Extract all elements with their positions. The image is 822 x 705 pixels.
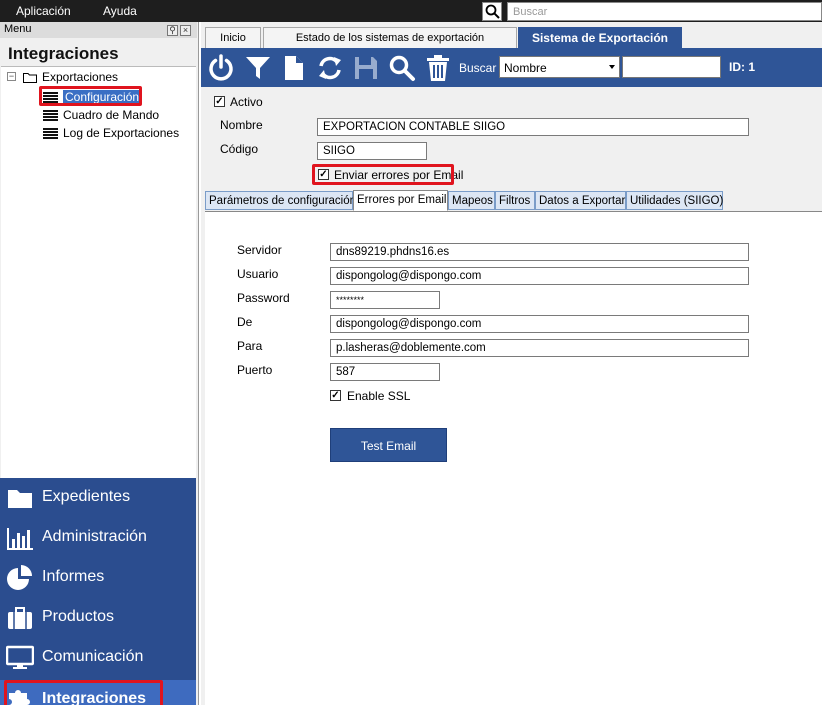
test-email-button[interactable]: Test Email <box>330 428 447 462</box>
nav-item-productos[interactable]: Productos <box>0 598 196 638</box>
highlight-box <box>312 164 454 185</box>
briefcase-icon <box>8 607 32 629</box>
activo-label: Activo <box>230 95 263 109</box>
menu-ayuda[interactable]: Ayuda <box>103 4 137 18</box>
search-field-value: Nombre <box>504 61 547 75</box>
folder-icon <box>23 73 37 84</box>
search-icon[interactable] <box>388 54 416 82</box>
nav-label: Administración <box>42 528 147 545</box>
buscar-label: Buscar <box>459 61 497 75</box>
tab-bar: Inicio Estado de los sistemas de exporta… <box>201 22 822 48</box>
subtab-errores-email[interactable]: Errores por Email <box>353 190 448 211</box>
chevron-down-icon <box>609 65 615 69</box>
usuario-input[interactable]: dispongolog@dispongo.com <box>330 267 749 285</box>
enable-ssl-checkbox[interactable]: ✓ <box>330 390 341 401</box>
tree-item-cuadro-de-mando[interactable]: Cuadro de Mando <box>43 108 159 122</box>
para-label: Para <box>237 339 263 353</box>
nombre-label: Nombre <box>220 118 263 132</box>
servidor-input[interactable]: dns89219.phdns16.es <box>330 243 749 261</box>
nav-label: Expedientes <box>42 488 131 505</box>
nav-item-comunicacion[interactable]: Comunicación <box>0 638 196 678</box>
filter-icon[interactable] <box>244 54 272 82</box>
list-icon <box>43 110 58 122</box>
codigo-label: Código <box>220 142 259 156</box>
save-icon[interactable] <box>352 54 380 82</box>
nav-label: Productos <box>42 608 115 625</box>
menu-caption-label: Menu <box>4 23 32 35</box>
para-input[interactable]: p.lasheras@doblemente.com <box>330 339 749 357</box>
tree-item-label: Log de Exportaciones <box>63 126 180 140</box>
activo-checkbox[interactable]: ✓ <box>214 96 225 107</box>
monitor-icon <box>6 645 34 669</box>
main-content: ✓ Activo Nombre EXPORTACION CONTABLE SII… <box>201 87 822 705</box>
collapse-icon[interactable]: − <box>7 72 16 81</box>
usuario-label: Usuario <box>237 267 279 281</box>
subtab-bar: Parámetros de configuración Errores por … <box>205 190 822 211</box>
tab-inicio[interactable]: Inicio <box>205 27 261 48</box>
menu-caption: Menu ⚲ × <box>0 22 197 38</box>
password-input[interactable]: ******** <box>330 291 440 309</box>
nav-item-expedientes[interactable]: Expedientes <box>0 478 196 518</box>
global-search-input[interactable]: Buscar <box>507 2 822 21</box>
nombre-input[interactable]: EXPORTACION CONTABLE SIIGO <box>317 118 749 136</box>
close-icon[interactable]: × <box>180 25 191 36</box>
search-value-input[interactable] <box>622 56 721 78</box>
nav-label: Comunicación <box>42 648 144 665</box>
de-label: De <box>237 315 253 329</box>
servidor-label: Servidor <box>237 243 282 257</box>
record-id: ID: 1 <box>729 60 756 74</box>
module-nav: Expedientes Administración Informes Prod… <box>0 478 196 705</box>
search-button[interactable] <box>482 2 502 21</box>
tree-item-exportaciones[interactable]: Exportaciones <box>23 70 118 84</box>
tree-view: − Exportaciones Configuración Cuadro de … <box>1 66 196 478</box>
tab-estado-sistemas[interactable]: Estado de los sistemas de exportación <box>263 27 517 48</box>
search-icon <box>485 4 500 19</box>
tab-sistema-exportacion[interactable]: Sistema de Exportación <box>518 27 682 48</box>
puerto-input[interactable]: 587 <box>330 363 440 381</box>
email-settings-panel: Servidor dns89219.phdns16.es Usuario dis… <box>205 211 822 705</box>
list-icon <box>43 128 58 140</box>
tree-item-label: Cuadro de Mando <box>63 108 160 122</box>
subtab-datos-exportar[interactable]: Datos a Exportar <box>535 191 626 210</box>
subtab-mapeos[interactable]: Mapeos <box>448 191 495 210</box>
pie-chart-icon <box>7 565 32 590</box>
highlight-box <box>4 680 163 705</box>
bar-chart-icon <box>7 528 33 550</box>
tree-item-log-de-exportaciones[interactable]: Log de Exportaciones <box>43 126 179 140</box>
nav-item-administracion[interactable]: Administración <box>0 518 196 558</box>
de-input[interactable]: dispongolog@dispongo.com <box>330 315 749 333</box>
puerto-label: Puerto <box>237 363 273 377</box>
enable-ssl-label: Enable SSL <box>347 389 411 403</box>
search-field-select[interactable]: Nombre <box>499 56 620 78</box>
password-label: Password <box>237 291 290 305</box>
new-document-icon[interactable] <box>280 54 308 82</box>
trash-icon[interactable] <box>424 54 452 82</box>
codigo-input[interactable]: SIIGO <box>317 142 427 160</box>
nav-label: Informes <box>42 568 105 585</box>
pin-icon[interactable]: ⚲ <box>167 25 178 36</box>
menu-aplicacion[interactable]: Aplicación <box>16 4 71 18</box>
tree-item-label: Exportaciones <box>42 70 119 84</box>
subtab-filtros[interactable]: Filtros <box>495 191 535 210</box>
subtab-parametros[interactable]: Parámetros de configuración <box>205 191 356 210</box>
panel-title: Integraciones <box>8 44 119 63</box>
subtab-utilidades[interactable]: Utilidades (SIIGO) <box>626 191 723 210</box>
refresh-icon[interactable] <box>316 54 344 82</box>
toolbar: Buscar Nombre ID: 1 <box>201 48 822 87</box>
folder-icon <box>8 490 32 508</box>
nav-item-informes[interactable]: Informes <box>0 558 196 598</box>
menubar: Aplicación Ayuda Buscar <box>0 0 822 22</box>
power-icon[interactable] <box>207 54 235 82</box>
left-panel: Menu ⚲ × Integraciones − Exportaciones Co… <box>0 22 199 705</box>
highlight-box <box>39 86 142 106</box>
